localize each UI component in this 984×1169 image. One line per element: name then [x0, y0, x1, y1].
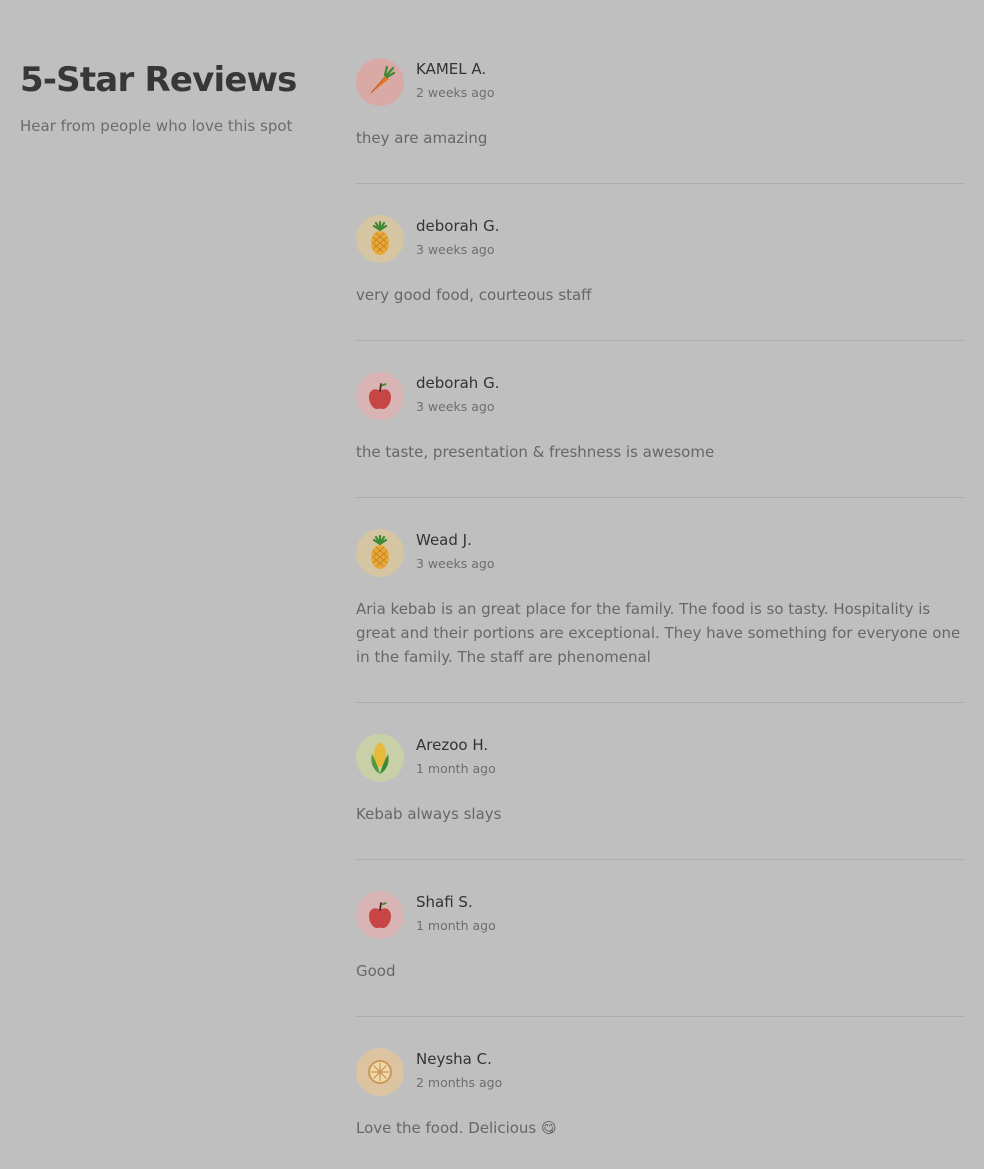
divider: [356, 183, 964, 184]
reviewer-avatar: [356, 215, 404, 263]
divider: [356, 340, 964, 341]
carrot-icon: [370, 65, 396, 94]
reviewer-name: Neysha C.: [416, 1050, 492, 1068]
review-text: Good: [356, 962, 396, 980]
pineapple-icon: [371, 220, 389, 255]
review-time: 3 weeks ago: [416, 556, 495, 571]
corn-icon: [371, 743, 389, 774]
review-header: Arezoo H. 1 month ago: [356, 734, 964, 782]
review-text: very good food, courteous staff: [356, 286, 592, 304]
review-text: the taste, presentation & freshness is a…: [356, 443, 715, 461]
reviewer-name: KAMEL A.: [416, 60, 487, 78]
review-header: Shafi S. 1 month ago: [356, 891, 964, 939]
review-header: Wead J. 3 weeks ago: [356, 529, 964, 577]
reviewer-avatar: [356, 891, 404, 939]
section-subtitle: Hear from people who love this spot: [20, 117, 293, 135]
reviewer-name: Arezoo H.: [416, 736, 489, 754]
review-header: deborah G. 3 weeks ago: [356, 372, 964, 420]
reviewer-name: Wead J.: [416, 531, 472, 549]
reviewer-avatar: [356, 58, 404, 106]
divider: [356, 1016, 964, 1017]
review-time: 3 weeks ago: [416, 399, 495, 414]
divider: [356, 497, 964, 498]
orange-slice-icon: [368, 1060, 392, 1084]
review-text: Kebab always slays: [356, 805, 502, 823]
apple-icon: [369, 383, 391, 410]
review-header: deborah G. 3 weeks ago: [356, 215, 964, 263]
reviewer-name: Shafi S.: [416, 893, 473, 911]
section-title: 5-Star Reviews: [20, 60, 297, 100]
pineapple-icon: [371, 534, 389, 569]
divider: [356, 702, 964, 703]
reviewer-avatar: [356, 1048, 404, 1096]
divider: [356, 859, 964, 860]
review-header: Neysha C. 2 months ago: [356, 1048, 964, 1096]
reviewer-avatar: [356, 372, 404, 420]
review-text: Aria kebab is an great place for the fam…: [356, 600, 961, 666]
reviewer-avatar: [356, 734, 404, 782]
apple-icon: [369, 902, 391, 929]
reviewer-name: deborah G.: [416, 374, 500, 392]
review-time: 1 month ago: [416, 761, 496, 776]
section-header: 5-Star Reviews Hear from people who love…: [20, 58, 320, 136]
review-header: KAMEL A. 2 weeks ago: [356, 58, 964, 106]
reviewer-name: deborah G.: [416, 217, 500, 235]
review-time: 3 weeks ago: [416, 242, 495, 257]
review-time: 1 month ago: [416, 918, 496, 933]
review-time: 2 weeks ago: [416, 85, 495, 100]
review-text: they are amazing: [356, 129, 488, 147]
review-text: Love the food. Delicious 😋: [356, 1119, 557, 1137]
review-time: 2 months ago: [416, 1075, 503, 1090]
reviewer-avatar: [356, 529, 404, 577]
